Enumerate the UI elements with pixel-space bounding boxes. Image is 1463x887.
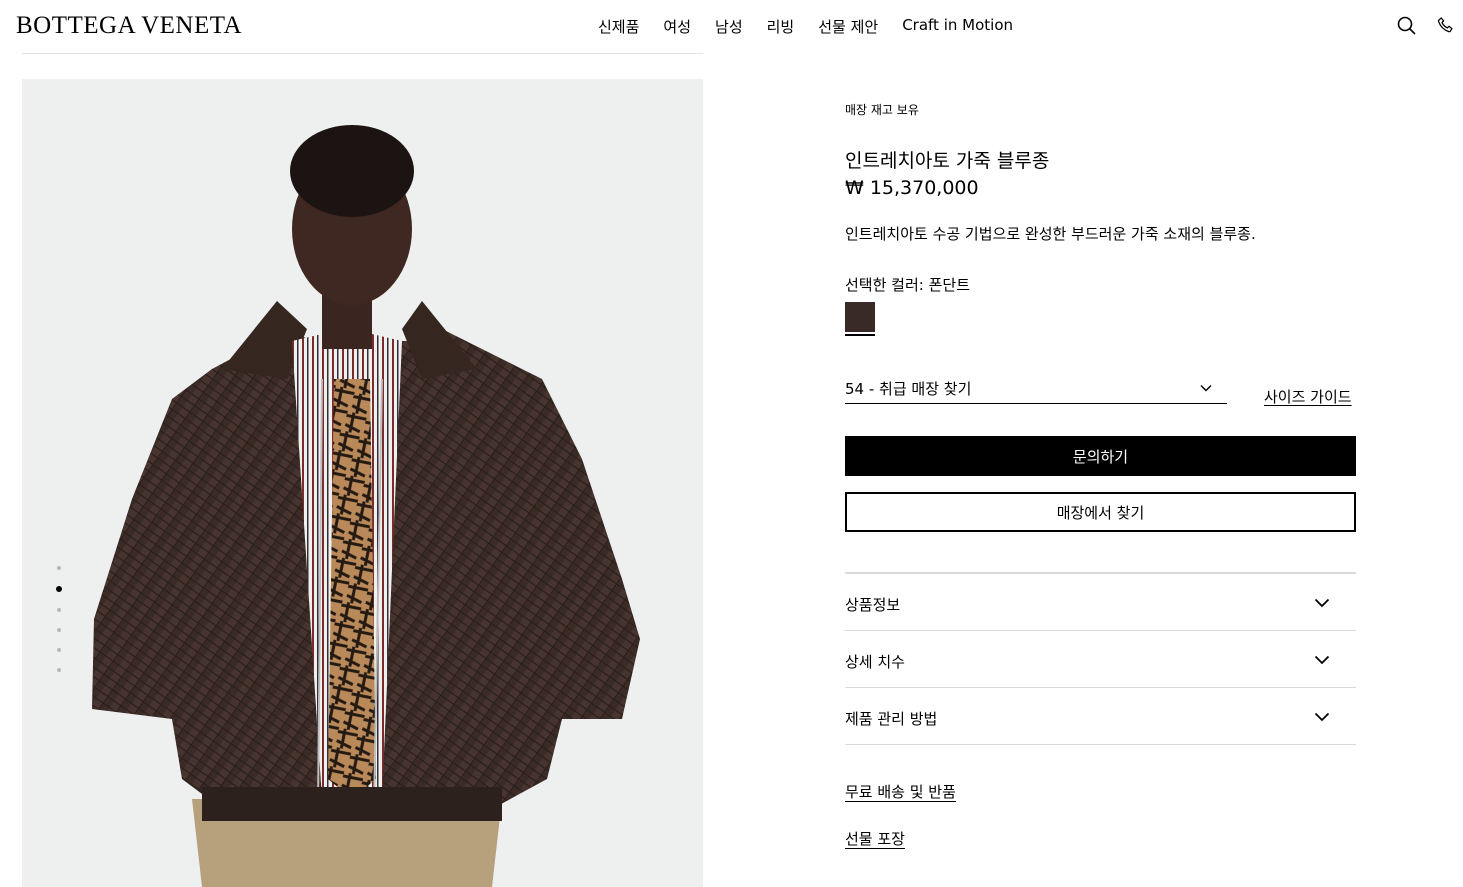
chevron-down-icon xyxy=(1314,652,1330,668)
inquire-button[interactable]: 문의하기 xyxy=(845,436,1356,476)
gallery-pagination xyxy=(56,566,62,672)
phone-icon[interactable] xyxy=(1436,16,1455,35)
chevron-down-icon xyxy=(1314,595,1330,611)
gallery-dot-active[interactable] xyxy=(56,586,62,592)
accordion-product-info[interactable]: 상품정보 xyxy=(845,574,1356,631)
chevron-down-icon xyxy=(1314,709,1330,725)
header-divider xyxy=(22,53,703,54)
accordion-label: 상품정보 xyxy=(845,596,901,614)
gallery-dot[interactable] xyxy=(57,566,61,570)
chevron-down-icon xyxy=(1199,380,1213,394)
nav-item-gifts[interactable]: 선물 제안 xyxy=(818,16,878,37)
main-nav: 신제품 여성 남성 리빙 선물 제안 Craft in Motion xyxy=(598,16,1013,37)
product-photo xyxy=(92,125,640,887)
product-accordion: 상품정보 상세 치수 제품 관리 방법 xyxy=(845,572,1356,745)
size-guide-link[interactable]: 사이즈 가이드 xyxy=(1264,386,1352,407)
gallery-dot[interactable] xyxy=(57,648,61,652)
selected-color-label: 선택한 컬러: 폰단트 xyxy=(845,276,970,294)
product-title: 인트레치아토 가죽 블루종 xyxy=(845,150,1050,172)
accordion-label: 제품 관리 방법 xyxy=(845,710,938,728)
accordion-dimensions[interactable]: 상세 치수 xyxy=(845,631,1356,688)
gift-wrapping-link[interactable]: 선물 포장 xyxy=(845,828,905,849)
search-icon[interactable] xyxy=(1397,16,1416,35)
product-price: ₩ 15,370,000 xyxy=(845,177,979,199)
nav-item-women[interactable]: 여성 xyxy=(663,16,691,37)
header-actions xyxy=(1397,16,1455,35)
gallery-dot[interactable] xyxy=(57,628,61,632)
accordion-label: 상세 치수 xyxy=(845,653,905,671)
gallery-dot[interactable] xyxy=(57,668,61,672)
site-header: BOTTEGA VENETA 신제품 여성 남성 리빙 선물 제안 Craft … xyxy=(0,0,1463,54)
nav-item-new[interactable]: 신제품 xyxy=(598,16,639,37)
gallery-dot[interactable] xyxy=(57,608,61,612)
size-select[interactable]: 54 - 취급 매장 찾기 xyxy=(845,376,1227,404)
size-select-value: 54 - 취급 매장 찾기 xyxy=(845,380,972,398)
product-description: 인트레치아토 수공 기법으로 완성한 부드러운 가죽 소재의 블루종. xyxy=(845,225,1256,243)
find-in-store-button[interactable]: 매장에서 찾기 xyxy=(845,492,1356,532)
nav-item-craft-in-motion[interactable]: Craft in Motion xyxy=(902,16,1013,37)
swatch-selected-indicator xyxy=(845,334,875,336)
product-image-gallery[interactable] xyxy=(22,79,703,887)
nav-item-living[interactable]: 리빙 xyxy=(767,16,795,37)
brand-logo[interactable]: BOTTEGA VENETA xyxy=(16,12,242,40)
color-swatch[interactable] xyxy=(845,302,875,332)
free-shipping-returns-link[interactable]: 무료 배송 및 반품 xyxy=(845,781,956,802)
stock-status: 매장 재고 보유 xyxy=(845,103,919,117)
nav-item-men[interactable]: 남성 xyxy=(715,16,743,37)
accordion-care[interactable]: 제품 관리 방법 xyxy=(845,688,1356,745)
